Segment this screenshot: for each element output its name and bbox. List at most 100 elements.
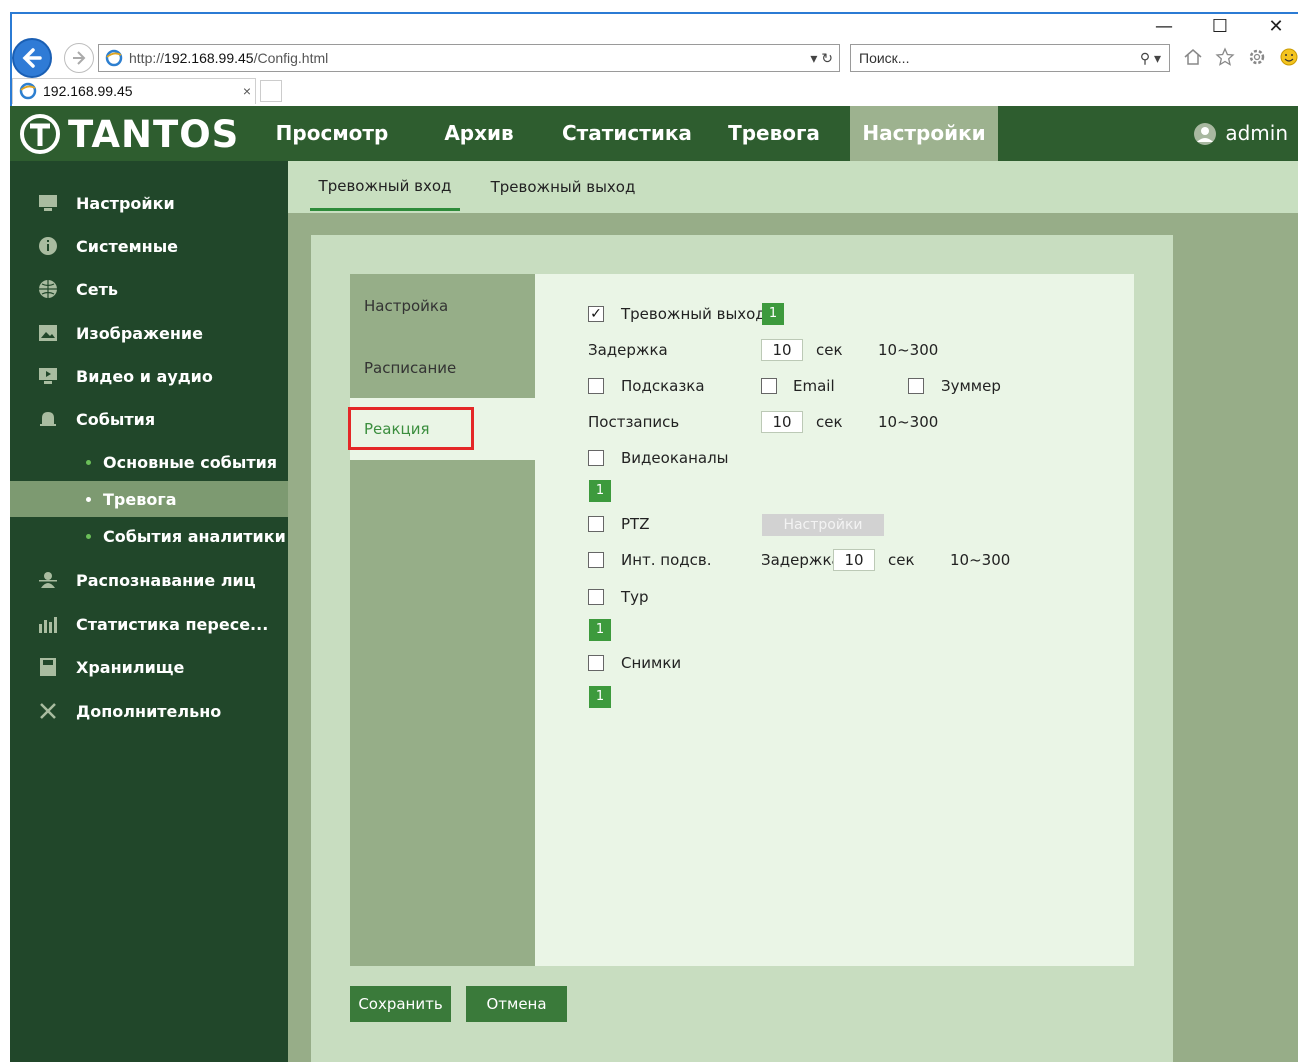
save-button[interactable]: Сохранить — [350, 986, 451, 1022]
address-host: 192.168.99.45 — [164, 50, 254, 66]
sidebar-sub-label: Тревога — [103, 489, 177, 509]
tour-checkbox[interactable] — [588, 589, 604, 605]
forward-button[interactable] — [64, 43, 94, 73]
sidebar-item-video-audio[interactable]: Видео и аудио — [10, 356, 288, 396]
ie-icon — [105, 49, 123, 67]
sidebar-item-label: Настройки — [76, 193, 175, 213]
hint-label: Подсказка — [621, 377, 705, 395]
logo: TANTOS — [18, 112, 239, 156]
sidebar-sub-basic-events[interactable]: Основные события — [10, 444, 288, 480]
tab-title: 192.168.99.45 — [43, 83, 133, 99]
browser-tab[interactable]: 192.168.99.45 × — [12, 78, 256, 104]
address-bar[interactable]: http://192.168.99.45/Config.html ▾ ↻ — [98, 44, 840, 72]
image-icon — [36, 321, 60, 345]
sidebar-item-events[interactable]: События — [10, 399, 288, 439]
snapshots-label: Снимки — [621, 654, 682, 672]
sidebar-item-advanced[interactable]: Дополнительно — [10, 691, 288, 731]
browser-toolbar — [1182, 46, 1298, 68]
face-icon — [36, 568, 60, 592]
sidebar-sub-analytics-events[interactable]: События аналитики — [10, 518, 288, 554]
ptz-checkbox[interactable] — [588, 516, 604, 532]
maximize-button[interactable]: ☐ — [1206, 16, 1234, 37]
nav-view[interactable]: Просмотр — [270, 106, 394, 161]
smiley-icon[interactable] — [1278, 46, 1298, 68]
sidebar-item-settings[interactable]: Настройки — [10, 183, 288, 223]
search-placeholder: Поиск... — [859, 50, 910, 66]
bullet-dot — [86, 533, 91, 539]
nav-alarm[interactable]: Тревога — [724, 106, 824, 161]
home-icon[interactable] — [1182, 46, 1204, 68]
sidebar-item-crossing-stats[interactable]: Статистика пересе... — [10, 604, 288, 644]
nav-archive[interactable]: Архив — [434, 106, 524, 161]
close-window-button[interactable]: ✕ — [1262, 16, 1290, 37]
sidebar-item-image[interactable]: Изображение — [10, 313, 288, 353]
nav-statistics[interactable]: Статистика — [562, 106, 692, 161]
tools-icon — [36, 699, 60, 723]
ir-delay-label: Задержка — [761, 551, 841, 569]
tantos-logo-icon — [20, 114, 60, 154]
ptz-settings-button[interactable]: Настройки — [762, 514, 884, 536]
info-icon — [36, 234, 60, 258]
ptz-label: PTZ — [621, 515, 650, 533]
tab-close-icon[interactable]: × — [243, 79, 251, 103]
postrecord-label: Постзапись — [588, 413, 680, 431]
left-tab-setup[interactable]: Настройка — [350, 275, 535, 337]
sidebar-item-system[interactable]: Системные — [10, 226, 288, 266]
arrow-right-icon — [73, 51, 86, 65]
nav-settings[interactable]: Настройки — [850, 106, 998, 161]
ir-checkbox[interactable] — [588, 552, 604, 568]
arrow-left-icon — [22, 48, 42, 68]
tab-alarm-output[interactable]: Тревожный выход — [484, 161, 642, 213]
ir-label: Инт. подсв. — [621, 551, 712, 569]
user-menu[interactable]: admin — [1193, 106, 1288, 161]
gear-icon[interactable] — [1246, 46, 1268, 68]
user-icon — [1194, 122, 1217, 145]
hint-checkbox[interactable] — [588, 378, 604, 394]
delay-label: Задержка — [588, 341, 668, 359]
ir-delay-input[interactable]: 10 — [833, 549, 875, 571]
sidebar: Настройки Системные Сеть Изображение Вид… — [10, 161, 288, 1062]
buzzer-checkbox[interactable] — [908, 378, 924, 394]
back-button[interactable] — [12, 38, 52, 78]
tour-channel-1[interactable]: 1 — [589, 619, 611, 641]
new-tab-button[interactable] — [260, 80, 282, 102]
search-icon[interactable]: ⚲ ▾ — [1140, 45, 1161, 71]
sidebar-sub-alarm[interactable]: Тревога — [10, 481, 288, 517]
bullet-dot — [86, 496, 91, 502]
sidebar-item-label: Дополнительно — [76, 701, 222, 721]
sidebar-item-storage[interactable]: Хранилище — [10, 647, 288, 687]
delay-input[interactable]: 10 — [761, 339, 803, 361]
sidebar-item-label: Изображение — [76, 323, 203, 343]
top-tab-bar: Тревожный вход Тревожный выход — [288, 161, 1298, 213]
tab-alarm-input[interactable]: Тревожный вход — [310, 161, 460, 211]
search-input[interactable]: Поиск... ⚲ ▾ — [850, 44, 1170, 72]
alarm-output-checkbox[interactable] — [588, 306, 604, 322]
video-channels-checkbox[interactable] — [588, 450, 604, 466]
bullet-dot — [86, 459, 91, 465]
ir-delay-range: 10~300 — [950, 551, 1011, 569]
sidebar-item-network[interactable]: Сеть — [10, 269, 288, 309]
globe-icon — [36, 277, 60, 301]
alarm-output-channel[interactable]: 1 — [762, 303, 784, 325]
email-checkbox[interactable] — [761, 378, 777, 394]
video-icon — [36, 364, 60, 388]
ir-delay-unit: сек — [888, 551, 915, 569]
minimize-button[interactable]: — — [1150, 16, 1178, 37]
snapshot-channel-1[interactable]: 1 — [589, 686, 611, 708]
snapshots-checkbox[interactable] — [588, 655, 604, 671]
app-header: TANTOS Просмотр Архив Статистика Тревога… — [10, 106, 1298, 161]
buzzer-label: Зуммер — [941, 377, 1001, 395]
chart-icon — [36, 612, 60, 636]
star-icon[interactable] — [1214, 46, 1236, 68]
sidebar-item-face-recognition[interactable]: Распознавание лиц — [10, 560, 288, 600]
address-tools[interactable]: ▾ ↻ — [810, 45, 833, 71]
cancel-button[interactable]: Отмена — [466, 986, 567, 1022]
highlight-box — [348, 407, 474, 450]
sidebar-sub-label: Основные события — [103, 452, 278, 472]
video-channel-1[interactable]: 1 — [589, 480, 611, 502]
video-channels-label: Видеоканалы — [621, 449, 729, 467]
postrecord-input[interactable]: 10 — [761, 411, 803, 433]
left-tabs: Настройка Расписание Реакция — [350, 274, 535, 966]
address-path: /Config.html — [253, 50, 329, 66]
left-tab-schedule[interactable]: Расписание — [350, 337, 535, 399]
